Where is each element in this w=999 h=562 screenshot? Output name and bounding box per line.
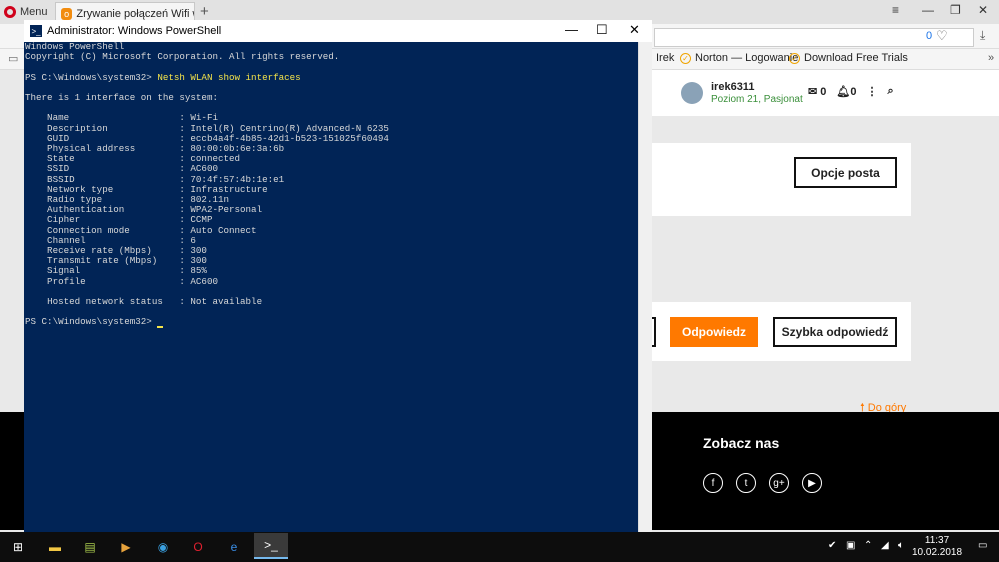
close-button[interactable]: ✕ [629, 22, 640, 38]
menu-label: Menu [20, 6, 48, 18]
powershell-taskbar-icon[interactable]: >_ [254, 533, 288, 559]
bookmark-label: Norton — Logowanie [695, 52, 799, 64]
browser-easy-setup-icon[interactable]: ≡ [892, 3, 899, 17]
file-explorer-icon[interactable]: ▬ [45, 537, 65, 557]
bookmark-download-free-trials[interactable]: ✓ Download Free Trials [789, 52, 908, 64]
console-header-2: Copyright (C) Microsoft Corporation. All… [25, 51, 340, 63]
maximize-button[interactable]: ☐ [596, 22, 608, 38]
footer-title: Zobacz nas [703, 435, 780, 451]
clock-time: 11:37 [924, 535, 950, 546]
heart-icon[interactable]: ♡ [936, 28, 948, 44]
console-prompt-2: PS C:\Windows\system32> [25, 316, 152, 328]
action-center-icon[interactable]: ▭ [978, 540, 987, 551]
post-options-button[interactable]: Opcje posta [794, 157, 897, 188]
hosted-network-row: Hosted network status : Not available [47, 296, 263, 308]
interface-field-row: Profile : AC600 [25, 275, 218, 287]
norton-check-icon: ✓ [680, 52, 691, 64]
powershell-title: Administrator: Windows PowerShell [47, 25, 222, 37]
opera-menu-button[interactable]: Menu [4, 4, 48, 20]
blocker-badge[interactable]: 0 [926, 30, 932, 42]
volume-icon[interactable]: 🔈︎ [898, 540, 904, 551]
reply-button[interactable]: Odpowiedz [670, 317, 758, 347]
mail-count: 0 [820, 86, 827, 98]
twitter-icon[interactable]: t [736, 473, 756, 493]
edge-icon[interactable]: e [224, 537, 244, 557]
start-windows-icon[interactable]: ⊞ [8, 537, 28, 557]
header-icons: ✉ 0 🔔︎0 ⋮ ⌕ [808, 85, 894, 98]
youtube-icon[interactable]: ▶ [802, 473, 822, 493]
wifi-icon[interactable]: ◢ [881, 540, 889, 551]
username[interactable]: irek6311 [711, 81, 754, 93]
text-cursor [157, 325, 164, 328]
bookmark-irek[interactable]: Irek [656, 52, 674, 64]
network-app-icon[interactable]: ◉ [153, 537, 173, 557]
interface-fields: Name : Wi-Fi Description : Intel(R) Cent… [25, 112, 389, 286]
quick-reply-button[interactable]: Szybka odpowiedź [773, 317, 897, 347]
folder-icon[interactable]: ▭ [8, 52, 18, 65]
notif-count: 0 [850, 86, 857, 98]
minimize-button[interactable]: — [565, 22, 578, 37]
opera-logo-icon [4, 6, 16, 18]
avatar[interactable] [681, 82, 703, 104]
taskbar-clock[interactable]: 11:37 10.02.2018 [912, 535, 962, 559]
show-hidden-icons[interactable]: ⌃ [864, 540, 872, 551]
console-command: Netsh WLAN show interfaces [157, 71, 301, 83]
notifications-button[interactable]: 🔔︎0 [836, 85, 856, 98]
search-icon[interactable]: ⌕ [888, 85, 894, 98]
download-icon[interactable]: ⤓ [980, 28, 985, 43]
browser-restore-icon[interactable]: ❐ [950, 3, 961, 17]
powershell-icon[interactable]: >_ [30, 25, 42, 37]
browser-minimize-icon[interactable]: — [922, 3, 934, 17]
tab-title: Zrywanie połączeń Wifi w [76, 7, 194, 20]
bookmark-label: Download Free Trials [804, 52, 908, 64]
facebook-icon[interactable]: f [703, 473, 723, 493]
media-player-icon[interactable]: ▶ [116, 537, 136, 557]
interfaces-line: There is 1 interface on the system: [25, 92, 218, 104]
bookmark-label: Irek [656, 52, 675, 64]
console-output: Windows PowerShell Copyright (C) Microso… [25, 41, 389, 328]
opera-taskbar-icon[interactable]: O [188, 537, 208, 557]
new-tab-button[interactable]: + [200, 3, 209, 20]
scanner-app-icon[interactable]: ▤ [80, 537, 100, 557]
bookmarks-more-icon[interactable]: » [988, 52, 994, 64]
site-favicon-icon: o [61, 7, 73, 20]
browser-close-icon[interactable]: ✕ [978, 3, 988, 17]
mail-button[interactable]: ✉ 0 [808, 85, 826, 98]
user-level: Poziom 21, Pasjonat [711, 94, 803, 105]
clock-date: 10.02.2018 [912, 547, 963, 558]
tray-app-icon[interactable]: ▣ [846, 540, 855, 551]
more-menu-icon[interactable]: ⋮ [867, 85, 878, 98]
norton-check-icon: ✓ [789, 52, 800, 64]
norton-tray-icon[interactable]: ✔ [828, 540, 836, 551]
google-plus-icon[interactable]: g+ [769, 473, 789, 493]
bookmark-norton[interactable]: ✓ Norton — Logowanie [680, 52, 798, 64]
console-scrollbar[interactable] [638, 42, 652, 545]
console-prompt: PS C:\Windows\system32> [25, 71, 152, 83]
